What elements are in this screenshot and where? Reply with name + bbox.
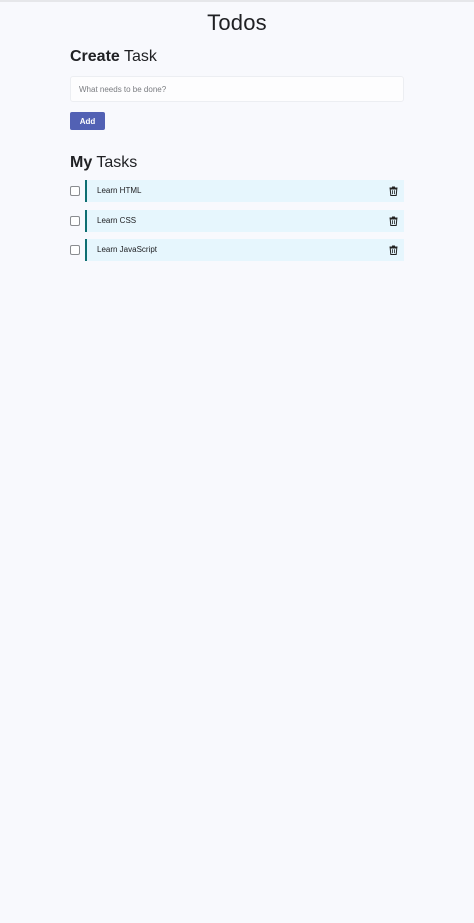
task-label: Learn CSS xyxy=(97,215,137,225)
my-tasks-heading: My Tasks xyxy=(70,154,137,172)
task-card: Learn CSS xyxy=(85,209,404,232)
task-checkbox[interactable] xyxy=(70,245,80,255)
create-heading-strong: Create xyxy=(70,48,120,65)
trash-icon[interactable] xyxy=(389,245,398,255)
create-heading-rest: Task xyxy=(119,48,157,65)
task-list: Learn HTML Learn CSS Learn JavaScript xyxy=(70,180,404,269)
task-label: Learn JavaScript xyxy=(97,245,158,254)
tasks-heading-rest: Tasks xyxy=(92,154,138,171)
task-label: Learn HTML xyxy=(97,186,142,195)
task-item: Learn HTML xyxy=(70,180,404,202)
trash-icon[interactable] xyxy=(389,186,398,196)
add-task-button[interactable]: Add xyxy=(70,112,105,130)
create-task-heading: Create Task xyxy=(70,48,157,66)
task-item: Learn JavaScript xyxy=(70,239,404,261)
trash-icon[interactable] xyxy=(389,216,398,226)
task-checkbox[interactable] xyxy=(70,186,80,196)
task-card: Learn HTML xyxy=(85,180,404,202)
app-title: Todos xyxy=(207,10,267,35)
task-checkbox[interactable] xyxy=(70,215,80,226)
tasks-heading-strong: My xyxy=(70,154,93,171)
task-item: Learn CSS xyxy=(70,209,404,232)
top-divider xyxy=(0,0,474,2)
task-card: Learn JavaScript xyxy=(85,239,404,261)
new-task-input[interactable] xyxy=(70,76,404,102)
